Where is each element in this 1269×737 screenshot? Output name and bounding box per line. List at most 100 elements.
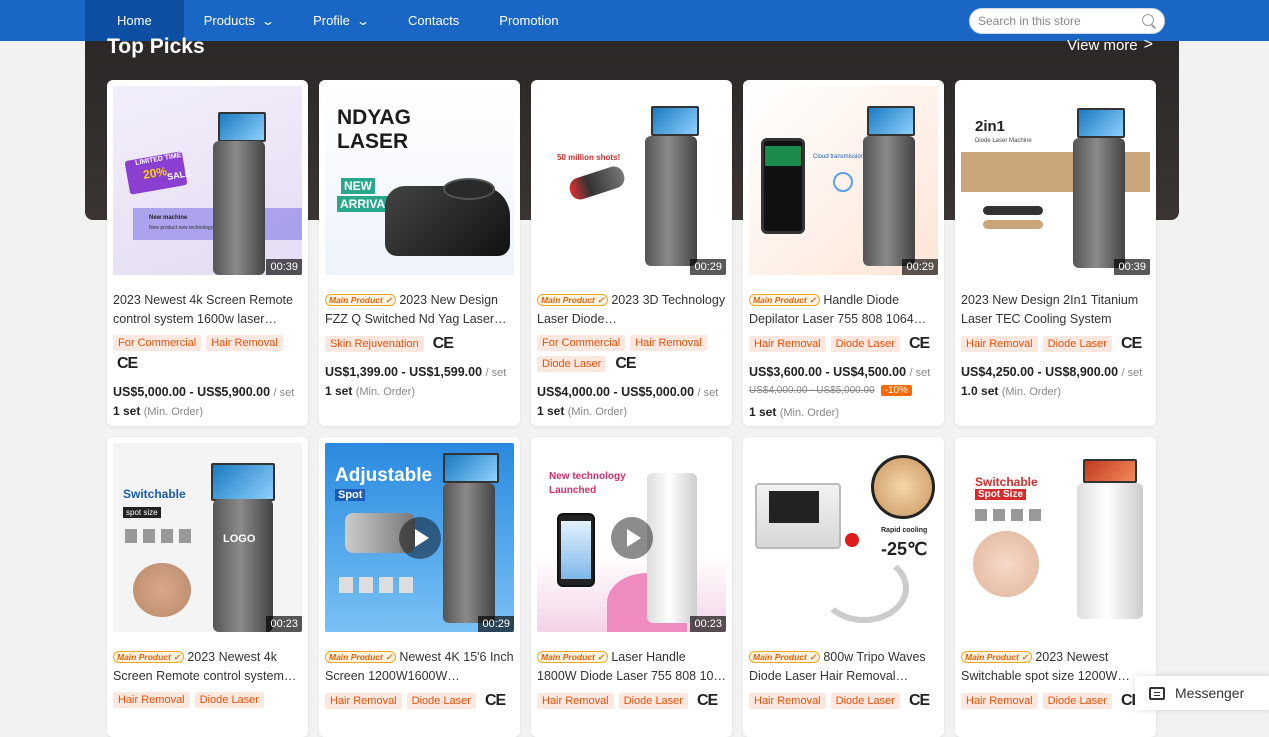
product-image[interactable]: 2in1 Diode Laser Machine 00:39 (961, 86, 1150, 275)
image-text: New product new technology (149, 225, 214, 231)
image-text: Switchable (975, 475, 1038, 489)
product-tag: For Commercial (113, 335, 202, 351)
image-text: New technology (549, 471, 626, 482)
product-card[interactable]: LIMITED TIME 20% SALE New machine New pr… (107, 80, 308, 426)
ce-mark-icon: CE (1120, 335, 1142, 352)
price-unit: / set (1121, 367, 1143, 379)
old-price-range: US$4,000.00 - US$5,000.00 (749, 385, 875, 396)
search-input[interactable] (978, 14, 1138, 28)
chevron-down-icon: ⌄ (260, 13, 276, 28)
play-icon[interactable] (399, 517, 441, 559)
product-card[interactable]: Cloud transmission 00:29 Main Product ✓ H… (743, 80, 944, 426)
video-duration: 00:23 (266, 616, 302, 632)
product-image[interactable]: 50 million shots! 00:29 (537, 86, 726, 275)
image-text: spot size (123, 507, 161, 518)
ce-mark-icon: CE (908, 692, 930, 709)
product-title[interactable]: Main Product ✓ 2023 Newest Switchable spo… (961, 648, 1150, 686)
store-search[interactable] (969, 8, 1165, 34)
product-tags: For Commercial Hair Removal CE (113, 335, 305, 373)
product-title[interactable]: Main Product ✓ Laser Handle 1800W Diode L… (537, 648, 726, 686)
search-icon[interactable] (1142, 14, 1156, 28)
product-card[interactable]: Rapid cooling -25℃ Main Product ✓ 800w Tr… (743, 437, 944, 737)
product-image[interactable]: Switchable Spot Size (961, 443, 1150, 632)
nav-label: Contacts (407, 13, 460, 28)
product-tag: Hair Removal (749, 693, 826, 709)
price-range: US$4,000.00 - US$5,000.00 (537, 385, 695, 399)
image-text: 2in1 (975, 118, 1006, 135)
discount-badge: -10% (880, 385, 913, 396)
product-card[interactable]: Adjustable Spot 00:29 Main Product ✓ Newe… (319, 437, 520, 737)
product-tags: Hair Removal Diode Laser CE (961, 692, 1153, 710)
product-image[interactable]: Adjustable Spot 00:29 (325, 443, 514, 632)
product-title[interactable]: 2023 New Design 2In1 Titanium Laser TEC … (961, 291, 1150, 329)
product-tag: Hair Removal (749, 336, 826, 352)
product-price: US$1,399.00 - US$1,599.00 / set (325, 365, 506, 379)
image-text: -25℃ (881, 539, 928, 559)
product-tags: Hair Removal Diode Laser CE (325, 692, 517, 710)
product-title[interactable]: Main Product ✓ Handle Diode Depilator Las… (749, 291, 938, 329)
product-card[interactable]: 50 million shots! 00:29 Main Product ✓ 20… (531, 80, 732, 426)
main-product-badge: Main Product ✓ (537, 294, 609, 306)
play-icon[interactable] (611, 517, 653, 559)
ce-mark-icon: CE (908, 335, 930, 352)
min-order: 1.0 set (Min. Order) (961, 384, 1061, 398)
view-more-link[interactable]: View more > (1067, 36, 1153, 54)
moq-value: 1.0 set (961, 384, 999, 398)
product-tags: Hair Removal Diode Laser CE (537, 692, 729, 710)
product-image[interactable]: Cloud transmission 00:29 (749, 86, 938, 275)
product-tag: Diode Laser (618, 693, 688, 709)
main-product-badge: Main Product ✓ (749, 651, 821, 663)
nav-item-contacts[interactable]: Contacts (388, 0, 479, 41)
product-title[interactable]: Main Product ✓ 2023 New Design FZZ Q Swit… (325, 291, 514, 329)
price-range: US$1,399.00 - US$1,599.00 (325, 365, 483, 379)
nav-item-profile[interactable]: Profile ⌄ (293, 0, 388, 41)
moq-label: (Min. Order) (567, 406, 627, 418)
moq-value: 1 set (749, 405, 777, 419)
product-card[interactable]: 2in1 Diode Laser Machine 00:39 2023 New … (955, 80, 1156, 426)
price-range: US$4,250.00 - US$8,900.00 (961, 365, 1119, 379)
main-product-badge: Main Product ✓ (961, 651, 1033, 663)
nav-item-promotion[interactable]: Promotion (479, 0, 578, 41)
product-tags: For Commercial Hair Removal Diode Laser … (537, 335, 729, 373)
nav-label: Home (117, 13, 152, 28)
ce-mark-icon: CE (117, 355, 138, 372)
product-tag: Diode Laser (830, 693, 900, 709)
product-title[interactable]: Main Product ✓ 800w Tripo Waves Diode Las… (749, 648, 938, 686)
product-tags: Skin Rejuvenation CE (325, 335, 517, 353)
product-card[interactable]: New technology Launched 00:23 Main Produ… (531, 437, 732, 737)
messenger-button[interactable]: Messenger (1135, 676, 1269, 710)
min-order: 1 set (Min. Order) (749, 405, 839, 419)
image-text: Launched (549, 485, 597, 496)
ce-mark-icon: CE (432, 335, 454, 352)
product-card[interactable]: Switchable spot size LOGO 00:23 Main Pro… (107, 437, 308, 737)
product-tag: Hair Removal (206, 335, 283, 351)
main-product-badge: Main Product ✓ (325, 294, 397, 306)
image-text: Adjustable (335, 465, 433, 486)
product-title[interactable]: Main Product ✓ 2023 3D Technology Laser D… (537, 291, 726, 329)
product-image[interactable]: NDYAG LASER NEW ARRIVAL (325, 86, 514, 275)
image-text: 50 million shots! (557, 153, 621, 162)
product-image[interactable]: New technology Launched 00:23 (537, 443, 726, 632)
product-tag: Diode Laser (537, 356, 607, 372)
chat-icon (1149, 686, 1165, 700)
main-product-badge: Main Product ✓ (537, 651, 609, 663)
product-title[interactable]: Main Product ✓ 2023 Newest 4k Screen Remo… (113, 648, 302, 686)
section-title: Top Picks (107, 35, 205, 58)
product-image[interactable]: Switchable spot size LOGO 00:23 (113, 443, 302, 632)
product-image[interactable]: LIMITED TIME 20% SALE New machine New pr… (113, 86, 302, 275)
product-title[interactable]: 2023 Newest 4k Screen Remote control sys… (113, 291, 302, 329)
product-image[interactable]: Rapid cooling -25℃ (749, 443, 938, 632)
nav-label: Promotion (499, 13, 559, 28)
nav-label: Products (203, 13, 255, 28)
product-card[interactable]: Switchable Spot Size Main Product ✓ 2023 … (955, 437, 1156, 737)
product-card[interactable]: NDYAG LASER NEW ARRIVAL Main Product ✓ 20… (319, 80, 520, 426)
price-unit: / set (909, 367, 931, 379)
chevron-right-icon: > (1143, 36, 1153, 53)
moq-label: (Min. Order) (355, 386, 415, 398)
video-duration: 00:39 (1114, 259, 1150, 275)
image-text: Rapid cooling (881, 527, 928, 534)
moq-value: 1 set (537, 404, 565, 418)
price-unit: / set (273, 387, 295, 399)
product-title[interactable]: Main Product ✓ Newest 4K 15'6 Inch Screen… (325, 648, 514, 686)
main-product-badge: Main Product ✓ (325, 651, 397, 663)
